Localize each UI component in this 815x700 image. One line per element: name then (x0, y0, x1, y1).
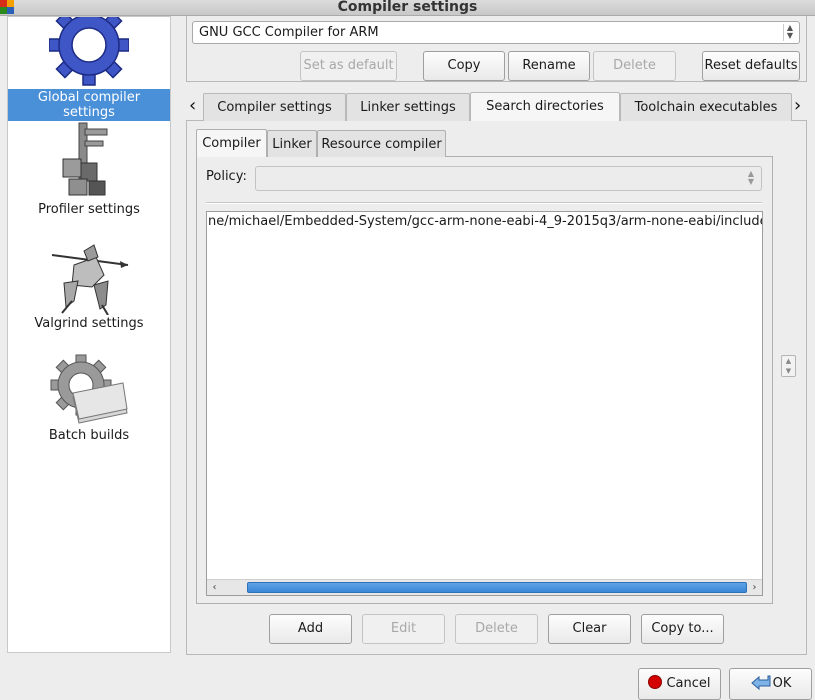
sidebar-item-valgrind[interactable]: Valgrind settings (8, 235, 170, 332)
gear-icon (49, 17, 129, 86)
app-logo-icon (0, 0, 14, 14)
knight-icon (51, 244, 129, 315)
list-item[interactable]: ne/michael/Embedded-System/gcc-arm-none-… (207, 213, 762, 231)
ok-label: OK (772, 676, 792, 691)
ok-arrow-icon (750, 675, 771, 690)
reset-defaults-button[interactable]: Reset defaults (702, 51, 800, 81)
tab-search-directories[interactable]: Search directories (470, 92, 620, 121)
separator (206, 202, 762, 204)
sidebar-item-label: Batch builds (48, 428, 130, 443)
window-title: Compiler settings (337, 0, 478, 15)
sidebar-item-label: Global compiler settings (8, 89, 170, 121)
tab-scroll-left-icon[interactable]: ‹ (189, 96, 201, 116)
cancel-icon (648, 675, 663, 689)
tab-scroll-right-icon[interactable]: › (794, 96, 806, 116)
select-arrows-icon: ▲ ▼ (747, 169, 755, 186)
edit-button[interactable]: Edit (362, 614, 445, 644)
sidebar-item-global-compiler[interactable]: Global compiler settings (8, 17, 170, 121)
scrollbar-thumb[interactable] (247, 582, 747, 593)
policy-select[interactable]: ▲ ▼ (255, 166, 762, 191)
policy-label: Policy: (206, 169, 247, 184)
tab-compiler-settings[interactable]: Compiler settings (203, 93, 346, 121)
tab-toolchain-executables[interactable]: Toolchain executables (620, 93, 792, 121)
gear-papers-icon (50, 354, 128, 424)
sidebar-item-label: Profiler settings (38, 202, 140, 217)
delete-directory-button[interactable]: Delete (455, 614, 538, 644)
set-as-default-button[interactable]: Set as default (300, 51, 397, 81)
clear-button[interactable]: Clear (548, 614, 631, 644)
copy-button[interactable]: Copy (423, 51, 505, 81)
ok-button[interactable]: OK (729, 668, 812, 700)
cancel-label: Cancel (666, 676, 711, 691)
copy-to-button[interactable]: Copy to... (641, 614, 724, 644)
rename-button[interactable]: Rename (508, 51, 590, 81)
compiler-select-value: GNU GCC Compiler for ARM (199, 25, 379, 40)
settings-sidebar: Global compiler settings Profiler settin… (7, 16, 171, 653)
sidebar-item-profiler[interactable]: Profiler settings (8, 121, 170, 218)
caliper-blocks-icon (62, 122, 108, 196)
horizontal-scrollbar[interactable]: ‹ › (207, 579, 762, 595)
tab-linker-settings[interactable]: Linker settings (346, 93, 470, 121)
sidebar-item-label: Valgrind settings (34, 316, 144, 331)
cancel-button[interactable]: Cancel (638, 668, 721, 700)
select-arrows-icon: ▲ ▼ (783, 24, 796, 41)
delete-compiler-button[interactable]: Delete (593, 51, 676, 81)
move-up-down-spinner[interactable]: ▲ ▼ (781, 355, 796, 377)
subtab-linker[interactable]: Linker (267, 130, 317, 157)
compiler-select[interactable]: GNU GCC Compiler for ARM ▲ ▼ (192, 21, 800, 44)
sidebar-item-batch-builds[interactable]: Batch builds (8, 353, 170, 444)
scroll-right-icon[interactable]: › (748, 581, 761, 594)
window-title-bar: Compiler settings (0, 0, 815, 16)
scroll-left-icon[interactable]: ‹ (208, 581, 221, 594)
directories-list[interactable]: ne/michael/Embedded-System/gcc-arm-none-… (206, 211, 763, 596)
subtab-resource-compiler[interactable]: Resource compiler (317, 130, 446, 157)
add-button[interactable]: Add (269, 614, 352, 644)
subtab-compiler[interactable]: Compiler (196, 129, 267, 157)
